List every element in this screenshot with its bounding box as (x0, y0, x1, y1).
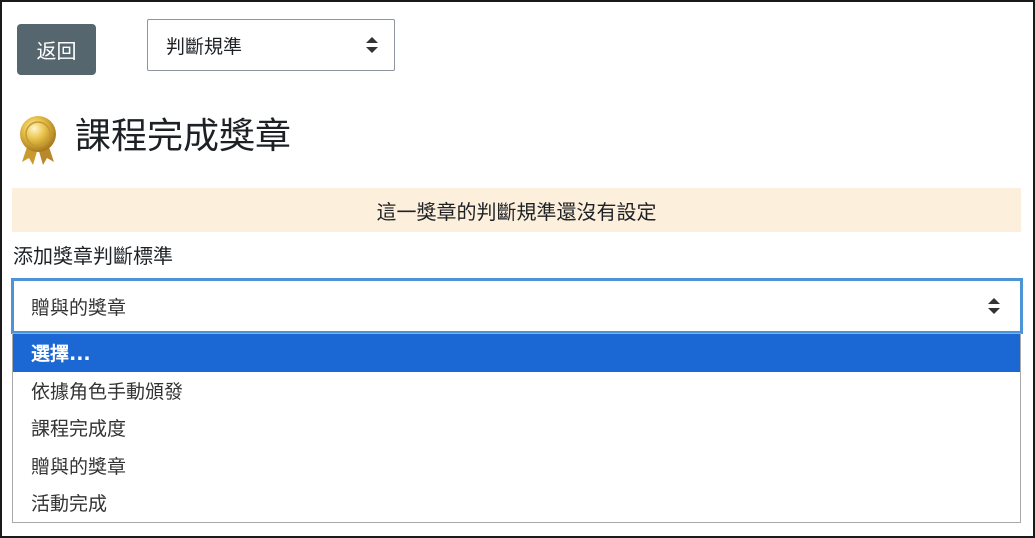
award-medal-icon (20, 116, 56, 165)
back-button[interactable]: 返回 (17, 24, 96, 75)
select-caret-icon (988, 297, 1000, 315)
dropdown-option-course-completion[interactable]: 課程完成度 (13, 409, 1020, 447)
page-title: 課程完成獎章 (75, 116, 292, 157)
criteria-type-select-value: 贈與的獎章 (31, 296, 127, 319)
dropdown-option-activity-completion[interactable]: 活動完成 (13, 484, 1020, 522)
navigation-select[interactable]: 判斷規準 (147, 19, 395, 71)
page-frame: 返回 判斷規準 課程完成獎章 這一獎章的判斷規準還沒有設定 添加獎章判斷標準 贈… (0, 0, 1035, 538)
dropdown-option-choose[interactable]: 選擇... (13, 334, 1020, 372)
add-criteria-label: 添加獎章判斷標準 (13, 244, 173, 268)
dropdown-option-manual-by-role[interactable]: 依據角色手動頒發 (13, 372, 1020, 410)
criteria-notice: 這一獎章的判斷規準還沒有設定 (12, 188, 1021, 232)
dropdown-option-awarded-badges[interactable]: 贈與的獎章 (13, 447, 1020, 485)
criteria-notice-text: 這一獎章的判斷規準還沒有設定 (376, 199, 657, 224)
criteria-type-select[interactable]: 贈與的獎章 (11, 278, 1023, 334)
select-caret-icon (366, 36, 378, 54)
criteria-dropdown-list: 選擇... 依據角色手動頒發 課程完成度 贈與的獎章 活動完成 (12, 333, 1021, 523)
navigation-select-value: 判斷規準 (166, 35, 243, 58)
